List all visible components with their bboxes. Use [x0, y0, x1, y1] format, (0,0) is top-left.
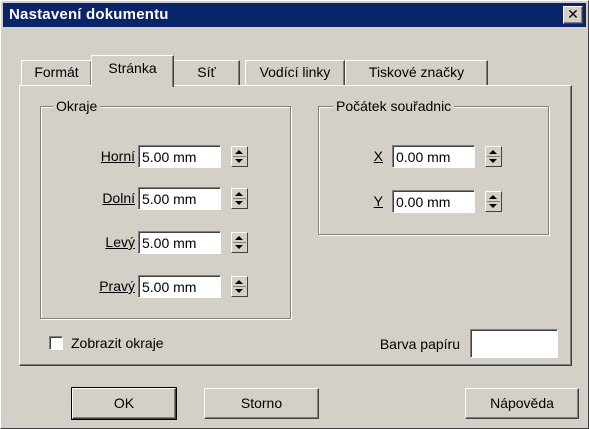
spin-down-icon — [235, 245, 243, 249]
ok-button[interactable]: OK — [71, 387, 177, 420]
tab-vodici-linky[interactable]: Vodící linky — [245, 60, 345, 85]
tab-stranka[interactable]: Stránka — [91, 55, 174, 87]
margin-bottom-input[interactable]: 5.00 mm — [138, 187, 221, 210]
margin-top-spinner[interactable] — [231, 146, 248, 167]
tab-tiskove-znacky-label: Tiskové značky — [368, 64, 465, 80]
tab-stranka-label: Stránka — [108, 60, 157, 76]
spin-down-icon — [235, 201, 243, 205]
margin-right-label: Pravý — [99, 278, 135, 294]
margins-legend: Okraje — [53, 97, 101, 115]
tab-tiskove-znacky[interactable]: Tiskové značky — [345, 60, 488, 85]
tab-format-label: Formát — [34, 64, 79, 80]
tab-format[interactable]: Formát — [21, 60, 92, 85]
origin-x-label: X — [373, 148, 383, 164]
help-button[interactable]: Nápověda — [465, 388, 579, 419]
origin-y-label: Y — [373, 193, 383, 209]
spin-up-icon — [235, 280, 243, 284]
spin-up-icon — [235, 236, 243, 240]
margin-left-label: Levý — [105, 234, 135, 250]
title-bar[interactable]: Nastavení dokumentu ✕ — [3, 3, 586, 27]
spin-up-icon — [235, 192, 243, 196]
spin-down-icon — [489, 159, 497, 163]
margins-group: Okraje Horní 5.00 mm Dolní 5.00 mm Levý — [40, 97, 291, 319]
margin-top-input[interactable]: 5.00 mm — [138, 145, 221, 168]
margin-left-spinner[interactable] — [231, 232, 248, 253]
margin-bottom-spinner[interactable] — [231, 188, 248, 209]
spin-up-icon — [489, 195, 497, 199]
spin-up-icon — [235, 150, 243, 154]
tab-sit[interactable]: Síť — [173, 60, 240, 85]
close-icon: ✕ — [567, 6, 579, 22]
paper-color-label: Barva papíru — [379, 336, 460, 352]
margin-top-label: Horní — [100, 148, 135, 164]
spin-up-icon — [489, 150, 497, 154]
tab-sit-label: Síť — [197, 64, 216, 80]
paper-color-swatch[interactable] — [470, 329, 558, 358]
spin-down-icon — [235, 289, 243, 293]
origin-y-input[interactable]: 0.00 mm — [392, 190, 475, 213]
tab-panel-stranka: Okraje Horní 5.00 mm Dolní 5.00 mm Levý — [19, 85, 572, 366]
spin-down-icon — [235, 159, 243, 163]
origin-group: Počátek souřadnic X 0.00 mm Y 0.00 mm — [318, 97, 549, 235]
origin-y-spinner[interactable] — [485, 191, 502, 212]
tab-vodici-linky-label: Vodící linky — [259, 64, 331, 80]
origin-x-input[interactable]: 0.00 mm — [392, 145, 475, 168]
show-margins-label: Zobrazit okraje — [71, 335, 164, 351]
spin-down-icon — [489, 204, 497, 208]
show-margins-checkbox[interactable] — [49, 336, 63, 350]
origin-x-spinner[interactable] — [485, 146, 502, 167]
cancel-button[interactable]: Storno — [204, 388, 319, 419]
dialog-window: Nastavení dokumentu ✕ Formát Stránka Síť… — [0, 0, 589, 429]
margin-left-input[interactable]: 5.00 mm — [138, 231, 221, 254]
margin-right-input[interactable]: 5.00 mm — [138, 275, 221, 298]
close-button[interactable]: ✕ — [563, 6, 583, 24]
dialog-title: Nastavení dokumentu — [9, 6, 169, 23]
origin-legend: Počátek souřadnic — [333, 97, 455, 115]
margin-bottom-label: Dolní — [102, 190, 135, 206]
margin-right-spinner[interactable] — [231, 276, 248, 297]
